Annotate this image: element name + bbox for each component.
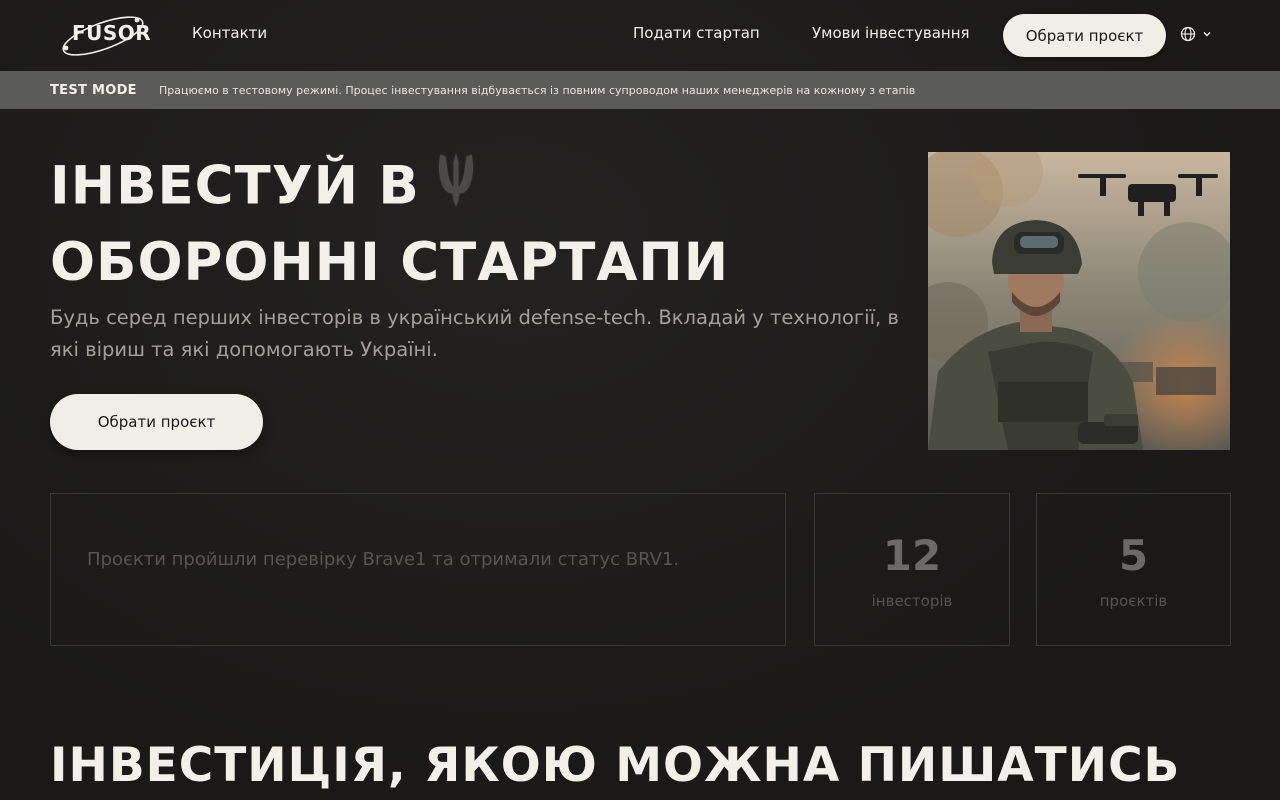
brave1-info-card: Проєкти пройшли перевірку Brave1 та отри… bbox=[50, 493, 786, 646]
site-header: FUSOR Контакти Подати стартап Умови інве… bbox=[0, 0, 1280, 71]
investors-stat-card: 12 інвесторів bbox=[814, 493, 1010, 646]
investors-count: 12 bbox=[882, 531, 942, 580]
test-mode-label: TEST MODE bbox=[50, 82, 137, 98]
header-choose-project-button[interactable]: Обрати проєкт bbox=[1003, 14, 1166, 57]
test-mode-text: Працюємо в тестовому режимі. Процес інве… bbox=[159, 83, 916, 97]
brave1-info-text: Проєкти пройшли перевірку Brave1 та отри… bbox=[87, 549, 680, 570]
nav-investment-terms-link[interactable]: Умови інвестування bbox=[812, 24, 970, 42]
nav-submit-startup-link[interactable]: Подати стартап bbox=[633, 24, 760, 42]
hero-title-line1-text: ІНВЕСТУЙ В bbox=[50, 155, 420, 217]
hero-title: ІНВЕСТУЙ В ОБОРОННІ СТАРТАПИ bbox=[50, 150, 729, 298]
investors-label: інвесторів bbox=[871, 592, 953, 610]
hero-choose-project-button[interactable]: Обрати проєкт bbox=[50, 394, 263, 450]
hero-subtitle: Будь серед перших інвесторів в українськ… bbox=[50, 306, 899, 361]
soldier-drone-image bbox=[928, 152, 1230, 450]
logo-text: FUSOR bbox=[72, 21, 152, 45]
language-selector[interactable] bbox=[1180, 26, 1212, 42]
chevron-down-icon bbox=[1203, 32, 1211, 37]
trident-icon bbox=[434, 150, 478, 228]
hero-title-line2: ОБОРОННІ СТАРТАПИ bbox=[50, 232, 730, 293]
hero-title-line1: ІНВЕСТУЙ В bbox=[50, 150, 729, 228]
globe-icon bbox=[1180, 26, 1196, 42]
projects-count: 5 bbox=[1118, 531, 1149, 580]
projects-stat-card: 5 проєктів bbox=[1036, 493, 1231, 646]
page: FUSOR Контакти Подати стартап Умови інве… bbox=[0, 0, 1280, 800]
nav-contacts-link[interactable]: Контакти bbox=[192, 24, 267, 42]
projects-label: проєктів bbox=[1099, 592, 1168, 610]
fusor-logo[interactable]: FUSOR bbox=[58, 12, 152, 60]
test-mode-bar: TEST MODE Працюємо в тестовому режимі. П… bbox=[0, 71, 1280, 109]
section-title: ІНВЕСТИЦІЯ, ЯКОЮ МОЖНА ПИШАТИСЬ bbox=[50, 738, 1181, 793]
